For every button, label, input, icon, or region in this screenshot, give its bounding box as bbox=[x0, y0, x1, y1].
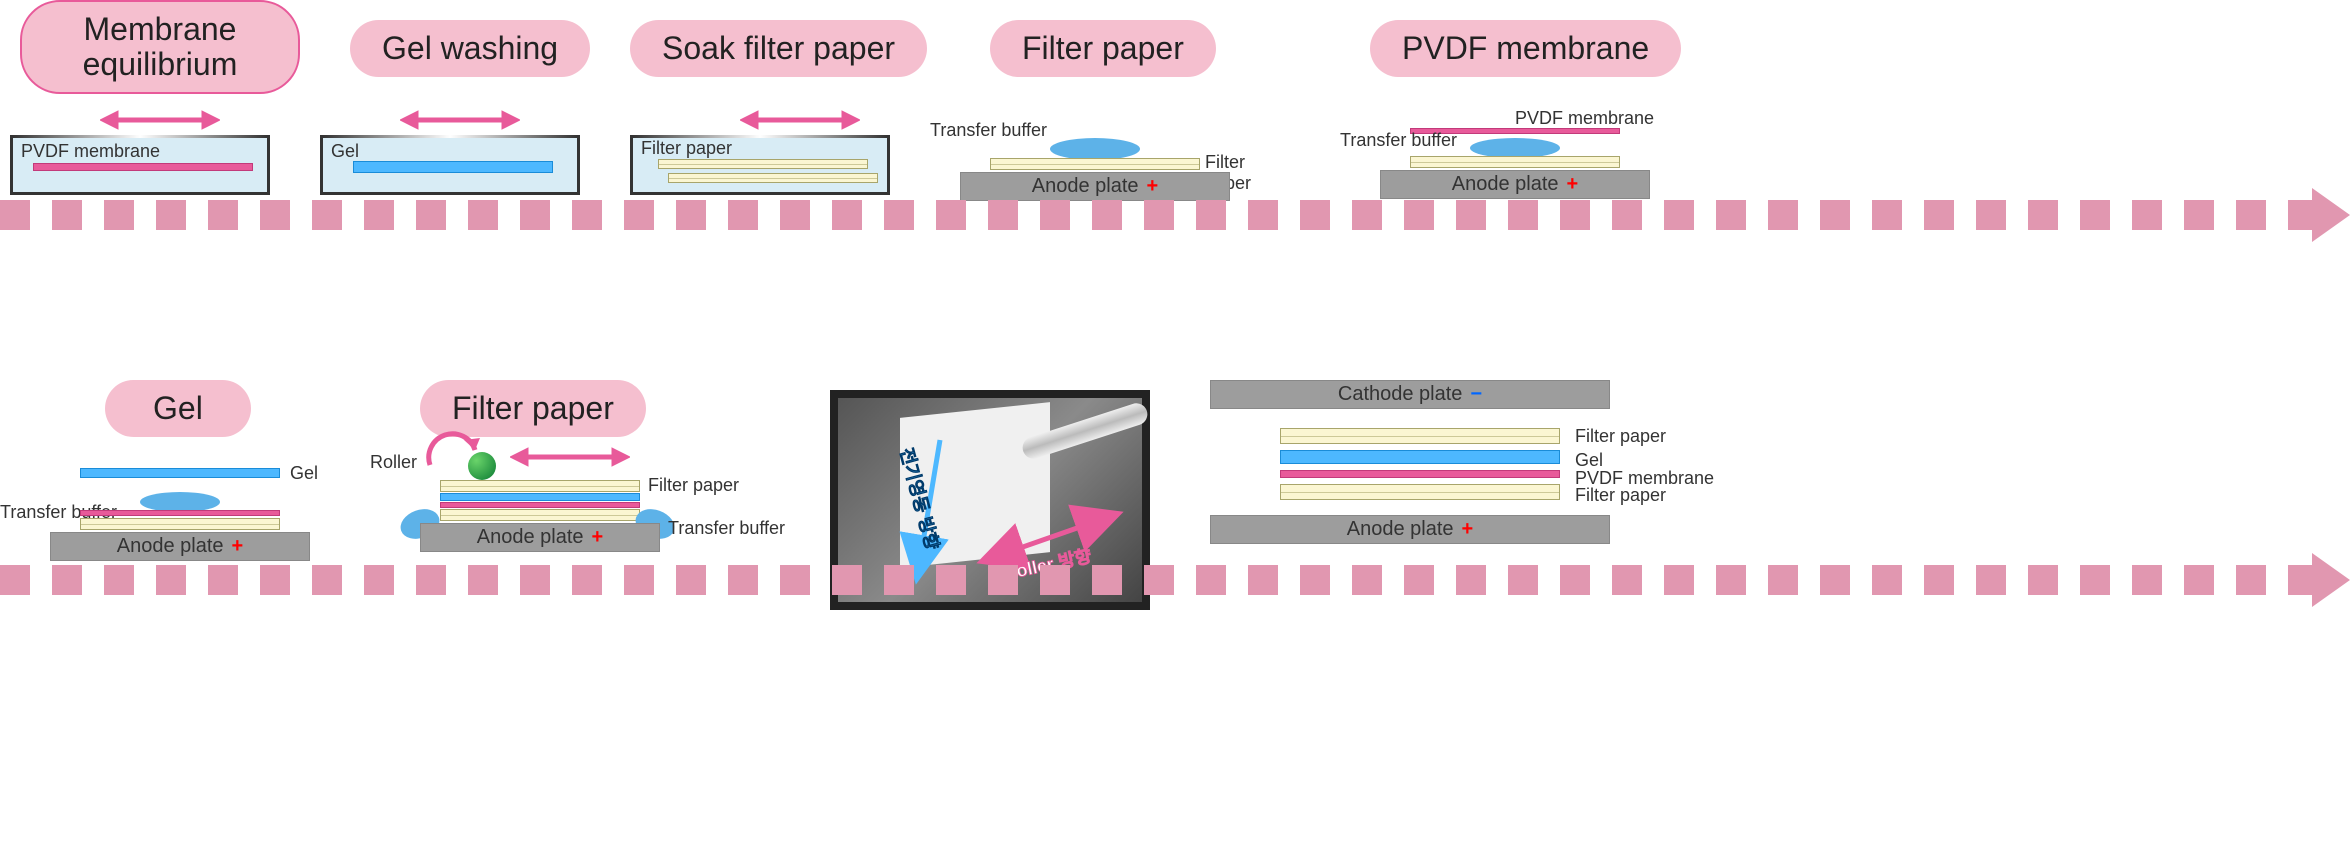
filter-strip bbox=[1280, 484, 1560, 500]
timeline-arrow-row2 bbox=[0, 565, 2350, 595]
filter-strip bbox=[440, 509, 640, 521]
buffer-blob bbox=[1470, 138, 1560, 158]
transfer-buffer-label-r: Transfer buffer bbox=[668, 518, 785, 539]
anode-plate: Anode plate + bbox=[1380, 170, 1650, 199]
step6-title: Gel bbox=[105, 380, 251, 437]
lr-arrow-icon bbox=[100, 105, 220, 135]
lr-arrow-icon bbox=[740, 105, 860, 135]
step4-label: Filter paper bbox=[1022, 30, 1184, 66]
filter-strip bbox=[1280, 428, 1560, 444]
cathode-text: Cathode plate bbox=[1338, 383, 1463, 405]
roller-ball-icon bbox=[468, 452, 496, 480]
filter-label-r: Filter paper bbox=[648, 475, 739, 496]
gel-label: Gel bbox=[331, 141, 359, 162]
gel-strip bbox=[440, 493, 640, 501]
step1-title: Membrane equilibrium bbox=[20, 0, 300, 94]
gel-strip bbox=[80, 468, 280, 478]
step4-assembly: Transfer buffer Filter paper Anode plate… bbox=[930, 120, 1270, 200]
gel-strip bbox=[1280, 450, 1560, 464]
plus-icon: + bbox=[1147, 175, 1159, 197]
gel-strip bbox=[353, 161, 553, 173]
filter-strip bbox=[1410, 156, 1620, 168]
plus-icon: + bbox=[592, 526, 604, 548]
anode-plate: Anode plate + bbox=[1210, 515, 1610, 544]
anode-plate: Anode plate + bbox=[420, 523, 660, 552]
anode-plate: Anode plate + bbox=[960, 172, 1230, 201]
transfer-buffer-label: Transfer buffer bbox=[1340, 130, 1457, 151]
cathode-plate: Cathode plate− bbox=[1210, 380, 1610, 409]
buffer-blob bbox=[1050, 138, 1140, 160]
filter-strip bbox=[80, 518, 280, 530]
lr-arrow-icon bbox=[510, 442, 630, 472]
anode-text: Anode plate bbox=[477, 526, 584, 548]
tray-gel: Gel bbox=[320, 135, 580, 195]
plus-icon: + bbox=[1567, 173, 1579, 195]
lr-arrow-icon bbox=[400, 105, 520, 135]
roller-label: Roller bbox=[370, 452, 417, 473]
step5-assembly: PVDF membrane Transfer buffer Anode plat… bbox=[1340, 108, 1700, 203]
anode-text: Anode plate bbox=[117, 535, 224, 557]
filter-strip bbox=[668, 173, 878, 183]
step6-label: Gel bbox=[153, 390, 203, 426]
tray-filter: Filter paper bbox=[630, 135, 890, 195]
step2-title: Gel washing bbox=[350, 20, 590, 77]
anode-text: Anode plate bbox=[1452, 173, 1559, 195]
stack-filter-top: Filter paper bbox=[1575, 426, 1666, 447]
tray-membrane: PVDF membrane bbox=[10, 135, 270, 195]
pvdf-strip bbox=[33, 163, 253, 171]
step3-label: Soak filter paper bbox=[662, 30, 895, 66]
timeline-arrow-row1 bbox=[0, 200, 2350, 230]
step7-label: Filter paper bbox=[452, 390, 614, 426]
step4-title: Filter paper bbox=[990, 20, 1216, 77]
minus-icon: − bbox=[1470, 383, 1482, 405]
filter-strip bbox=[658, 159, 868, 169]
filter-strip bbox=[440, 480, 640, 492]
anode-text: Anode plate bbox=[1347, 518, 1454, 540]
pvdf-strip bbox=[440, 502, 640, 508]
buffer-blob bbox=[140, 492, 220, 512]
step5-title: PVDF membrane bbox=[1370, 20, 1681, 77]
step1-label: Membrane equilibrium bbox=[54, 12, 266, 82]
step5-label: PVDF membrane bbox=[1402, 30, 1649, 66]
step2-label: Gel washing bbox=[382, 30, 558, 66]
transfer-buffer-label: Transfer buffer bbox=[930, 120, 1047, 141]
plus-icon: + bbox=[232, 535, 244, 557]
filter-strip bbox=[990, 158, 1200, 170]
pvdf-label-r: PVDF membrane bbox=[1515, 108, 1654, 129]
pvdf-strip bbox=[80, 510, 280, 516]
pvdf-strip bbox=[1280, 470, 1560, 478]
filter-label: Filter paper bbox=[641, 138, 732, 159]
step7-title: Filter paper bbox=[420, 380, 646, 437]
stack-filter-bot: Filter paper bbox=[1575, 485, 1666, 506]
plus-icon: + bbox=[1462, 518, 1474, 540]
anode-text: Anode plate bbox=[1032, 175, 1139, 197]
gel-label-r: Gel bbox=[290, 463, 318, 484]
anode-plate: Anode plate + bbox=[50, 532, 310, 561]
pvdf-label: PVDF membrane bbox=[21, 141, 160, 162]
step3-title: Soak filter paper bbox=[630, 20, 927, 77]
